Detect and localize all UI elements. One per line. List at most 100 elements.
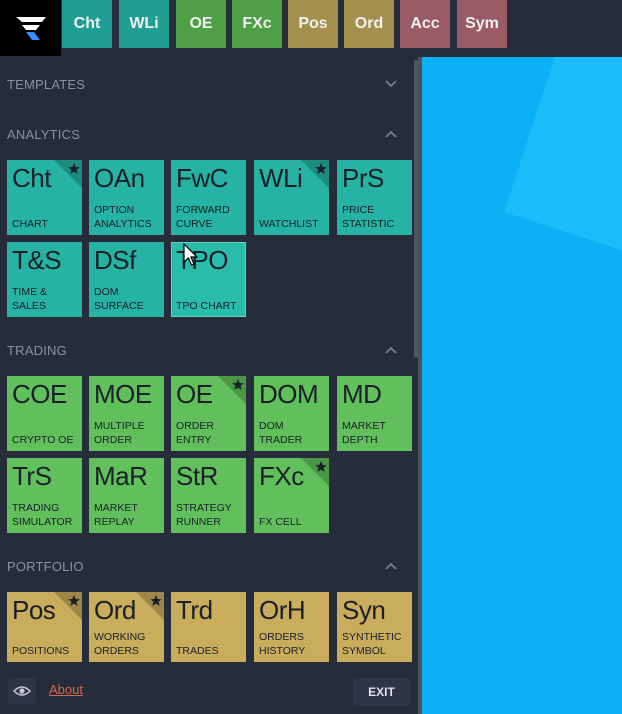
tile-mar[interactable]: MaR MARKET REPLAY [89,458,164,533]
brand-logo-icon [15,17,46,40]
tile-abbr: MD [342,379,382,409]
tile-abbr: WLi [259,163,303,193]
tile-oan[interactable]: OAn OPTION ANALYTICS [89,160,164,235]
mouse-cursor-icon [183,243,199,266]
tile-abbr: FwC [176,163,228,193]
panel-footer: About EXIT [0,664,418,714]
tile-name: TIME & SALES [12,286,48,312]
tile-prs[interactable]: PrS PRICE STATISTIC [337,160,412,235]
tile-abbr: Cht [12,163,51,193]
toolbar-tab-cht[interactable]: Cht [62,0,112,48]
tile-name: CHART [12,218,48,230]
tile-wli[interactable]: WLi WATCHLIST [254,160,329,235]
tile-fwc[interactable]: FwC FORWARD CURVE [171,160,246,235]
favorite-star-icon[interactable] [54,592,82,620]
section-label-analytics: ANALYTICS [7,126,81,142]
visibility-toggle-button[interactable] [8,678,36,704]
tile-name: MARKET REPLAY [94,502,138,528]
section-header-trading[interactable]: TRADING [0,339,410,361]
tile-name: MULTIPLE ORDER [94,420,145,446]
tile-abbr: OAn [94,163,145,193]
toolbar-tab-oe[interactable]: OE [176,0,226,48]
chevron-up-icon [385,562,397,570]
tile-abbr: Pos [12,595,56,625]
tile-trs[interactable]: TrS TRADING SIMULATOR [7,458,82,533]
section-header-templates[interactable]: TEMPLATES [0,73,410,95]
toolbar-tab-ord[interactable]: Ord [344,0,394,48]
section-header-analytics[interactable]: ANALYTICS [0,123,410,145]
tile-name: SYNTHETIC SYMBOL [342,631,402,657]
favorite-star-icon[interactable] [136,592,164,620]
eye-icon [13,686,31,696]
tile-name: ORDERS HISTORY [259,631,306,657]
favorite-star-icon[interactable] [301,160,329,188]
tile-dsf[interactable]: DSf DOM SURFACE [89,242,164,317]
tile-pos[interactable]: Pos POSITIONS [7,592,82,662]
tile-ord[interactable]: Ord WORKING ORDERS [89,592,164,662]
tile-ts[interactable]: T&S TIME & SALES [7,242,82,317]
tile-abbr: MOE [94,379,152,409]
tile-trd[interactable]: Trd TRADES [171,592,246,662]
tile-moe[interactable]: MOE MULTIPLE ORDER [89,376,164,451]
tile-name: TPO CHART [176,300,237,312]
toolbar-tab-acc[interactable]: Acc [400,0,450,48]
tile-name: CRYPTO OE [12,434,74,446]
tile-name: DOM TRADER [259,420,303,446]
chevron-up-icon [385,130,397,138]
exit-button[interactable]: EXIT [353,678,410,706]
tile-abbr: Ord [94,595,136,625]
section-label-portfolio: PORTFOLIO [7,558,84,574]
tile-name: OPTION ANALYTICS [94,204,152,230]
tile-name: DOM SURFACE [94,286,144,312]
tile-name: ORDER ENTRY [176,420,214,446]
tile-abbr: Syn [342,595,386,625]
favorite-star-icon[interactable] [218,376,246,404]
tile-name: WORKING ORDERS [94,631,146,657]
section-label-templates: TEMPLATES [7,76,86,92]
tile-abbr: PrS [342,163,384,193]
toolbar-tab-wli[interactable]: WLi [119,0,169,48]
tile-abbr: DSf [94,245,136,275]
tile-oe[interactable]: OE ORDER ENTRY [171,376,246,451]
tile-abbr: OE [176,379,213,409]
tile-abbr: MaR [94,461,148,491]
tile-fxc[interactable]: FXc FX CELL [254,458,329,533]
tile-name: PRICE STATISTIC [342,204,395,230]
tile-name: WATCHLIST [259,218,319,230]
tile-orh[interactable]: OrH ORDERS HISTORY [254,592,329,662]
tile-abbr: COE [12,379,67,409]
favorite-star-icon[interactable] [301,458,329,486]
tile-name: TRADES [176,645,219,657]
workspace-area[interactable] [422,57,622,714]
tile-name: TRADING SIMULATOR [12,502,73,528]
tile-abbr: T&S [12,245,62,275]
tile-name: MARKET DEPTH [342,420,386,446]
tile-abbr: Trd [176,595,213,625]
about-link[interactable]: About [49,682,83,697]
section-header-portfolio[interactable]: PORTFOLIO [0,555,410,577]
chevron-down-icon [385,80,397,88]
tile-coe[interactable]: COE CRYPTO OE [7,376,82,451]
tile-syn[interactable]: Syn SYNTHETIC SYMBOL [337,592,412,662]
toolbar-tab-sym[interactable]: Sym [457,0,507,48]
tile-name: FX CELL [259,516,302,528]
tile-cht[interactable]: Cht CHART [7,160,82,235]
tile-abbr: DOM [259,379,319,409]
tile-abbr: FXc [259,461,304,491]
tile-abbr: StR [176,461,218,491]
tile-md[interactable]: MD MARKET DEPTH [337,376,412,451]
toolbar-tab-fxc[interactable]: FXc [232,0,282,48]
chevron-up-icon [385,346,397,354]
tile-name: FORWARD CURVE [176,204,230,230]
tile-dom[interactable]: DOM DOM TRADER [254,376,329,451]
tile-abbr: TrS [12,461,52,491]
brand-logo[interactable] [0,0,61,56]
tile-str[interactable]: StR STRATEGY RUNNER [171,458,246,533]
tile-abbr: OrH [259,595,306,625]
tile-name: STRATEGY RUNNER [176,502,232,528]
toolbar-tab-pos[interactable]: Pos [288,0,338,48]
section-label-trading: TRADING [7,342,67,358]
favorite-star-icon[interactable] [54,160,82,188]
top-toolbar: Cht WLi OE FXc Pos Ord Acc Sym [0,0,622,57]
workspace-highlight [504,57,622,253]
